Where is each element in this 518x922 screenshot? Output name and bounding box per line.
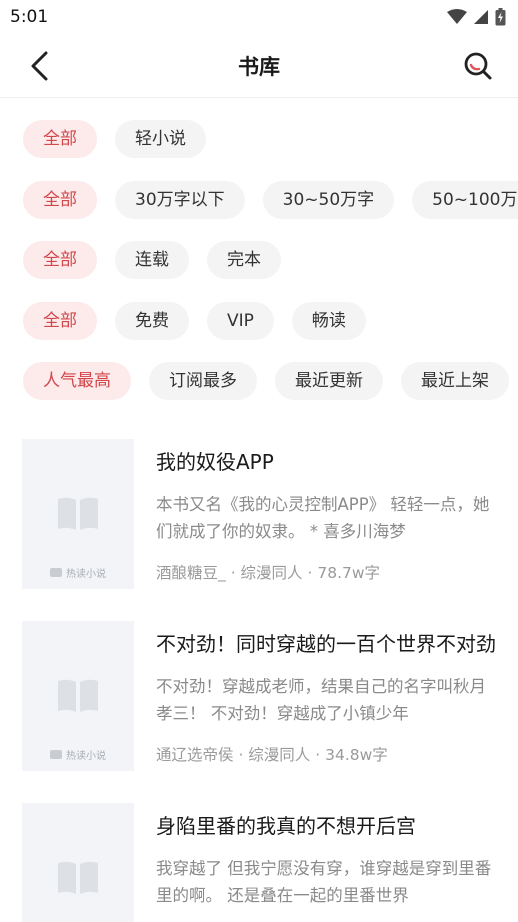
filter-row-wordcount: 全部 30万字以下 30~50万字 50~100万 bbox=[0, 180, 518, 219]
book-author: 通辽选帝侯 bbox=[156, 745, 234, 764]
book-description: 我穿越了 但我宁愿没有穿，谁穿越是穿到里番里的啊。 还是叠在一起的里番世界 bbox=[156, 858, 492, 905]
book-description: 不对劲！穿越成老师，结果自己的名字叫秋月孝三！ 不对劲！穿越成了小镇少年 bbox=[156, 676, 486, 723]
sort-chip-recently-listed[interactable]: 最近上架 bbox=[401, 362, 509, 400]
filter-chip-completed[interactable]: 完本 bbox=[207, 241, 281, 279]
book-item[interactable]: 热读小说 不对劲！同时穿越的一百个世界不对劲 不对劲！穿越成老师，结果自己的名字… bbox=[0, 620, 518, 771]
cover-watermark: 热读小说 bbox=[50, 747, 106, 762]
page-title: 书库 bbox=[238, 54, 280, 79]
filter-row-price: 全部 免费 VIP 畅读 bbox=[0, 301, 518, 340]
sort-chip-most-subscribed[interactable]: 订阅最多 bbox=[149, 362, 257, 400]
book-cover-placeholder: 热读小说 bbox=[22, 438, 134, 589]
filter-chip-light-novel[interactable]: 轻小说 bbox=[115, 120, 206, 158]
book-placeholder-icon bbox=[58, 497, 98, 530]
book-title: 不对劲！同时穿越的一百个世界不对劲 bbox=[156, 631, 496, 656]
status-time: 5:01 bbox=[10, 7, 49, 27]
filter-chip-free[interactable]: 免费 bbox=[115, 301, 189, 340]
wifi-icon bbox=[447, 9, 467, 24]
book-category: 综漫同人 bbox=[248, 745, 311, 764]
book-info: 不对劲！同时穿越的一百个世界不对劲 不对劲！穿越成老师，结果自己的名字叫秋月孝三… bbox=[156, 621, 496, 771]
sort-chip-recently-updated[interactable]: 最近更新 bbox=[275, 362, 383, 400]
watermark-logo-icon bbox=[50, 567, 62, 577]
filter-panel: 全部 轻小说 全部 30万字以下 30~50万字 50~100万 全部 连载 完… bbox=[0, 98, 518, 400]
filter-chip-500k-1m[interactable]: 50~100万 bbox=[412, 180, 518, 219]
back-arrow-icon bbox=[31, 51, 48, 80]
filter-chip-price-all[interactable]: 全部 bbox=[23, 301, 97, 340]
book-description: 本书又名《我的心灵控制APP》 轻轻一点，她们就成了你的奴隶。 * 喜多川海梦 bbox=[156, 494, 490, 541]
book-meta: 通辽选帝侯 · 综漫同人 · 34.8w字 bbox=[156, 745, 388, 764]
book-placeholder-icon bbox=[58, 861, 98, 894]
book-info: 我的奴役APP 本书又名《我的心灵控制APP》 轻轻一点，她们就成了你的奴隶。 … bbox=[156, 439, 496, 589]
cover-watermark: 热读小说 bbox=[50, 565, 106, 580]
status-icons bbox=[447, 8, 506, 26]
search-button[interactable] bbox=[460, 48, 496, 84]
book-cover-placeholder: 热读小说 bbox=[22, 620, 134, 771]
search-icon bbox=[464, 52, 492, 79]
filter-row-status: 全部 连载 完本 bbox=[0, 241, 518, 279]
book-category: 综漫同人 bbox=[240, 563, 303, 582]
filter-chip-wordcount-all[interactable]: 全部 bbox=[23, 180, 97, 219]
filter-chip-vip[interactable]: VIP bbox=[207, 301, 274, 340]
book-word-count: 78.7w字 bbox=[317, 563, 381, 582]
watermark-logo-icon bbox=[50, 749, 62, 759]
book-meta: 酒酿糖豆_ · 综漫同人 · 78.7w字 bbox=[156, 563, 381, 582]
status-bar: 5:01 bbox=[0, 0, 518, 34]
book-title: 我的奴役APP bbox=[156, 449, 274, 474]
back-button[interactable] bbox=[22, 48, 58, 84]
book-placeholder-icon bbox=[58, 679, 98, 712]
book-list: 热读小说 我的奴役APP 本书又名《我的心灵控制APP》 轻轻一点，她们就成了你… bbox=[0, 423, 518, 922]
book-cover-placeholder bbox=[22, 802, 134, 922]
filter-chip-under-300k[interactable]: 30万字以下 bbox=[115, 180, 245, 219]
sort-chip-most-popular[interactable]: 人气最高 bbox=[23, 362, 131, 400]
app-header: 书库 bbox=[0, 34, 518, 98]
filter-chip-300k-500k[interactable]: 30~50万字 bbox=[262, 180, 395, 219]
filter-row-genre: 全部 轻小说 bbox=[0, 120, 518, 158]
book-title: 身陷里番的我真的不想开后宫 bbox=[156, 813, 416, 838]
book-info: 身陷里番的我真的不想开后宫 我穿越了 但我宁愿没有穿，谁穿越是穿到里番里的啊。 … bbox=[156, 803, 496, 922]
book-item[interactable]: 热读小说 我的奴役APP 本书又名《我的心灵控制APP》 轻轻一点，她们就成了你… bbox=[0, 438, 518, 589]
filter-chip-unlimited[interactable]: 畅读 bbox=[291, 301, 366, 340]
book-word-count: 34.8w字 bbox=[325, 745, 388, 764]
filter-chip-status-all[interactable]: 全部 bbox=[23, 241, 97, 279]
filter-chip-genre-all[interactable]: 全部 bbox=[23, 120, 97, 158]
book-item[interactable]: 身陷里番的我真的不想开后宫 我穿越了 但我宁愿没有穿，谁穿越是穿到里番里的啊。 … bbox=[0, 802, 518, 922]
signal-icon bbox=[474, 10, 488, 24]
battery-icon bbox=[495, 8, 506, 26]
filter-chip-serializing[interactable]: 连载 bbox=[115, 241, 189, 279]
book-author: 酒酿糖豆_ bbox=[156, 563, 226, 582]
filter-row-sort: 人气最高 订阅最多 最近更新 最近上架 bbox=[0, 362, 518, 400]
